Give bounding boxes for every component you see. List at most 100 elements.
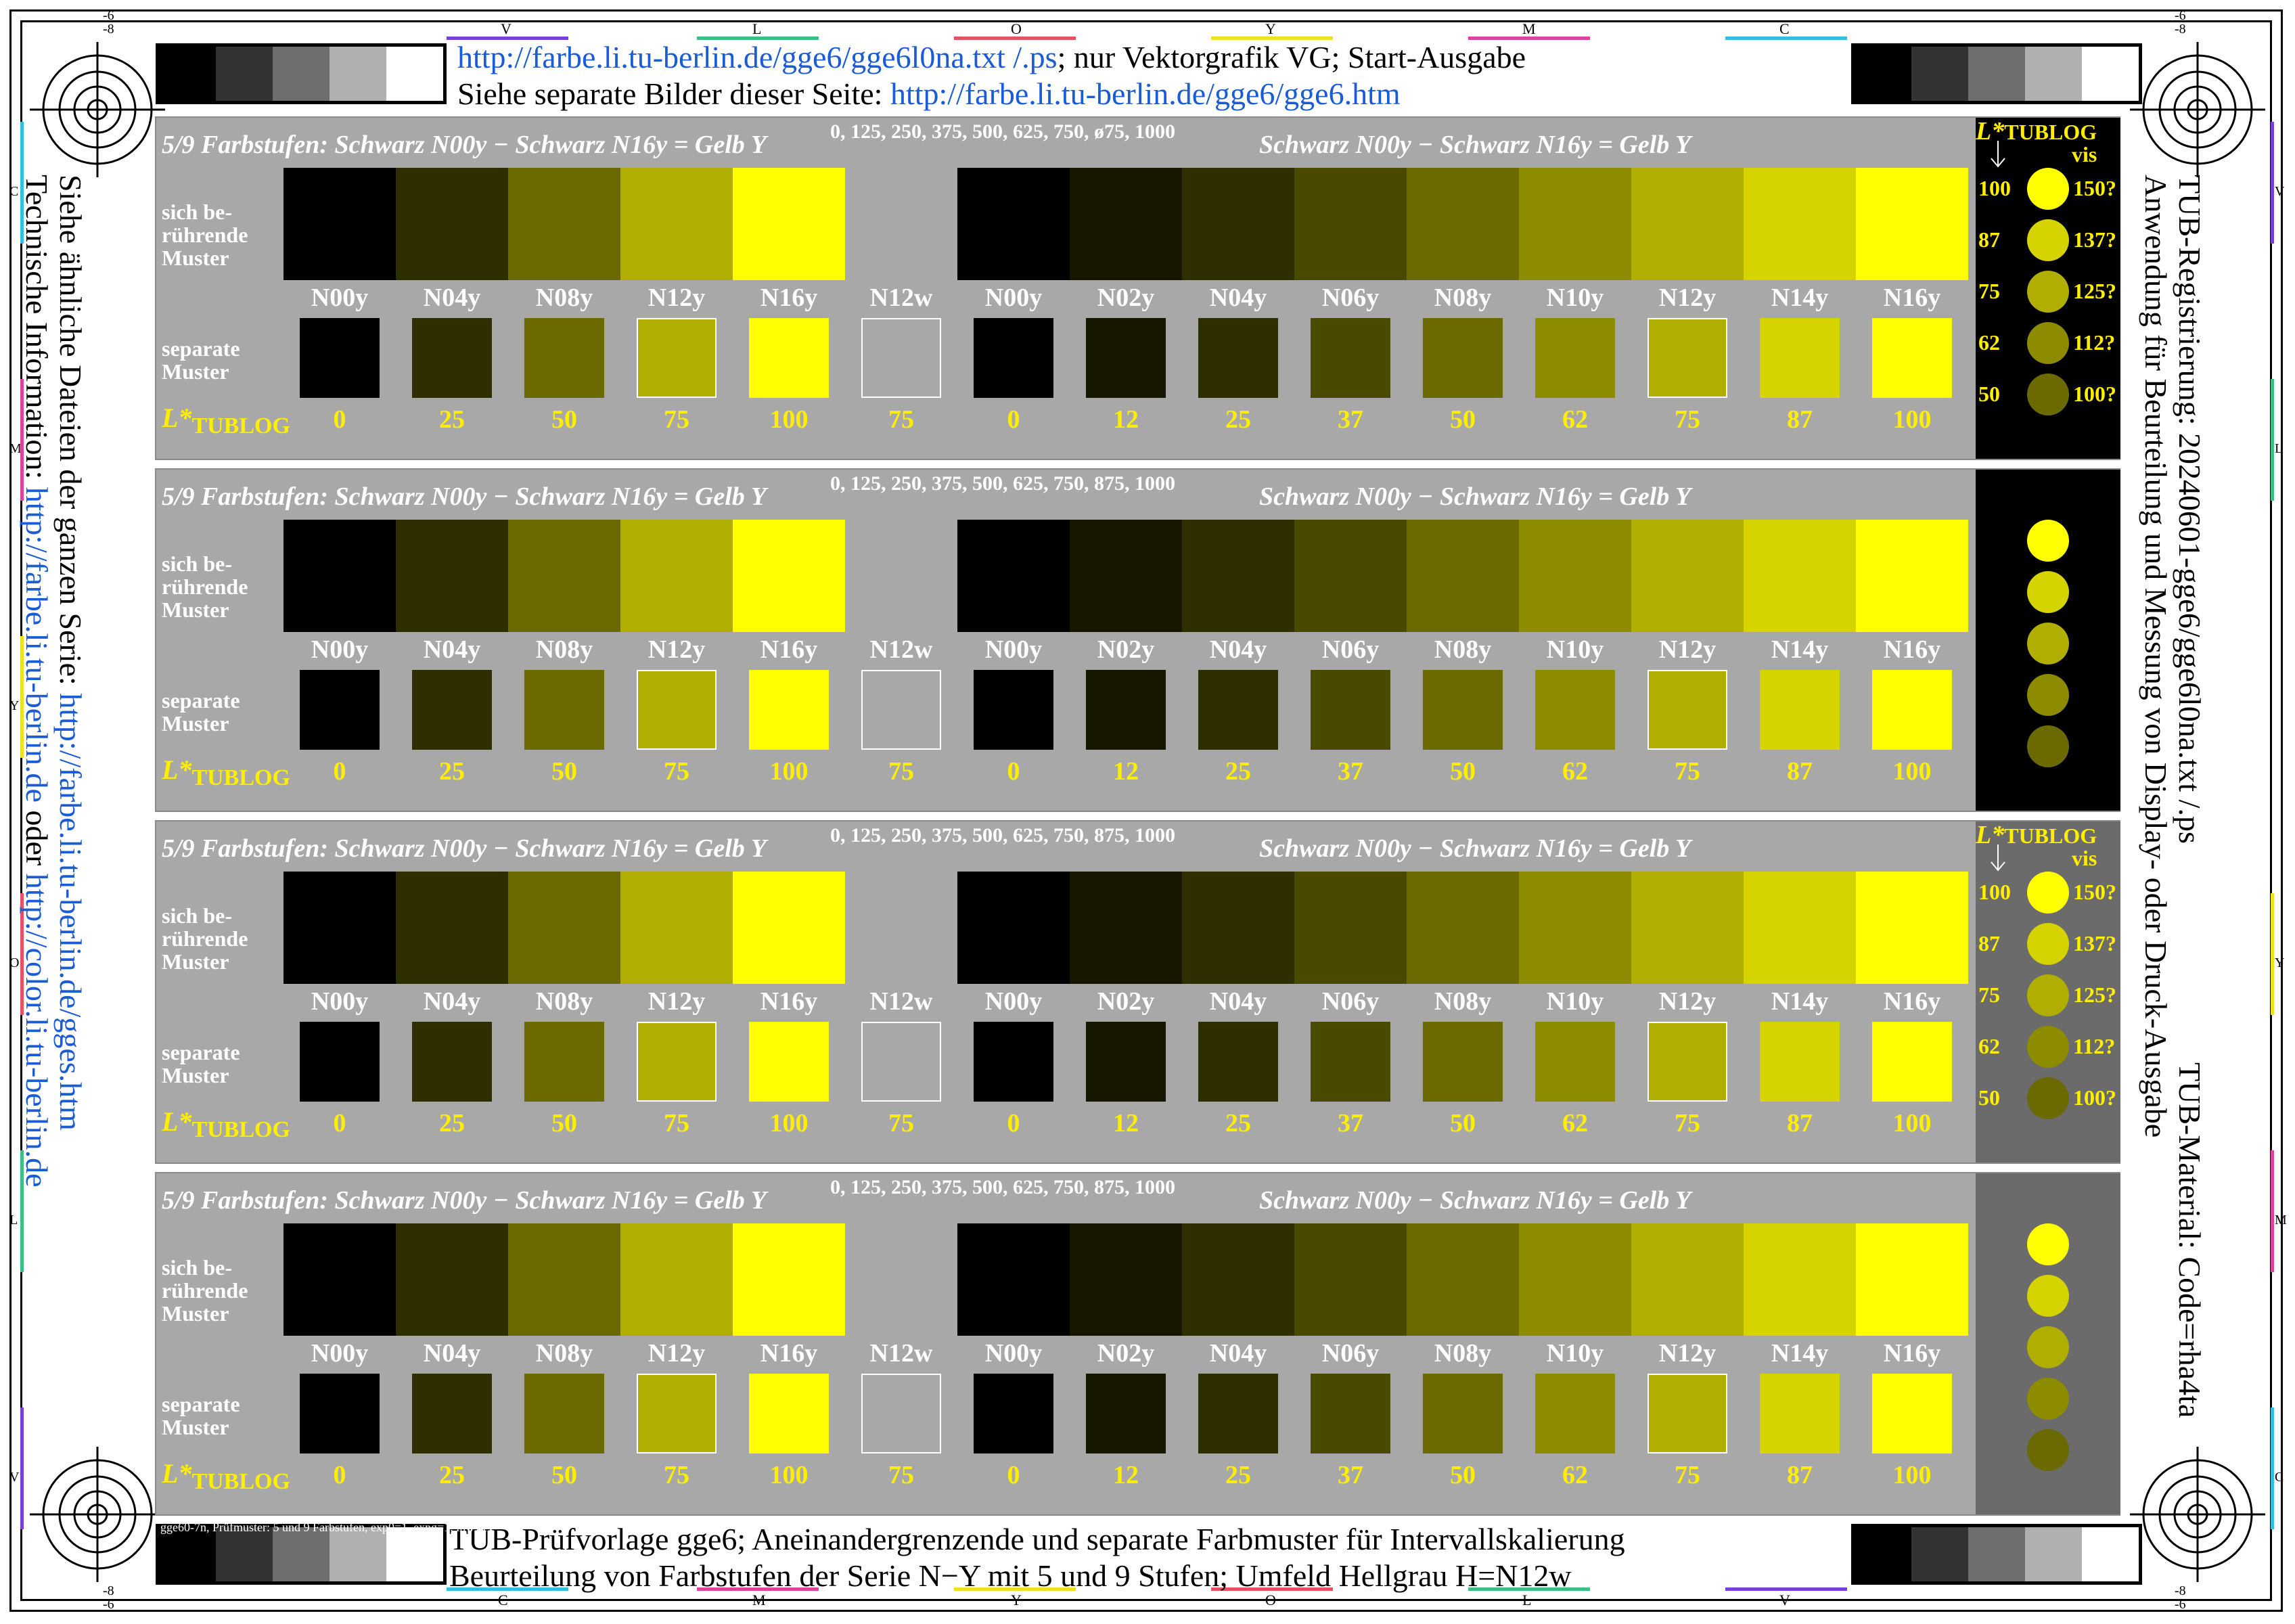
lightness-value: 50 [1450,757,1476,786]
separate-label-line: separate [162,1040,240,1064]
ltublog-label: L*TUBLOG [162,402,290,439]
separate-swatch-cell [396,670,508,751]
swatch-name: N00y [311,284,369,312]
separate-swatch-cell [1856,1374,1968,1455]
swatch-name-row: N00y N04y N08y N12y N16y N12w N00y N02y N04y N06y… [283,1338,1968,1368]
touching-swatch [1856,1223,1968,1336]
lightness-value: 75 [888,757,914,786]
separate-swatch [861,670,941,750]
left-side-link-color[interactable]: http://color.li.tu-berlin.de [20,874,54,1188]
separate-swatch [1086,1022,1166,1102]
left-side-line-1: Siehe ähnliche Dateien der ganzen Serie:… [53,175,88,1131]
lightness-value: 37 [1338,1461,1363,1489]
separate-swatch-cell [1519,1022,1631,1103]
lightness-value: 25 [1225,1109,1251,1137]
lightness-value: 37 [1338,405,1363,434]
touching-swatch [1294,520,1407,632]
gray-step [2025,1527,2082,1581]
right-tick-y: Y [2275,955,2285,970]
touching-swatch [733,168,845,280]
bottom-tick-v: V [1779,1592,1790,1608]
separate-swatch-cell [1070,1022,1182,1103]
separate-swatch-cell [396,1022,508,1103]
separate-swatch [749,670,829,750]
swatch-name: N04y [1209,987,1267,1016]
bottom-mark-line [1725,1587,1847,1591]
touching-swatch [733,520,845,632]
separate-label-line: separate [162,336,240,361]
lightness-value: 0 [333,1461,346,1489]
lightness-value-row: 0 25 50 75 100 75 0 12 25 37 50 62 75 87 100 [283,1460,1968,1490]
swatch-name: N08y [1434,284,1492,312]
separate-swatch-cell [1856,670,1968,751]
left-side-link-gges[interactable]: http://farbe.li.tu-berlin.de/gges.htm [53,693,88,1130]
side-circle-box [1976,470,2120,811]
gray-step [1968,1527,2025,1581]
left-side-link-farbe[interactable]: http://farbe.li.tu-berlin.de [20,487,54,803]
swatch-name: N10y [1546,987,1604,1016]
separate-swatch [1760,670,1840,750]
grayscale-strip [1851,43,2142,104]
header-link-htm[interactable]: http://farbe.li.tu-berlin.de/gge6/gge6.h… [890,76,1401,111]
swatch-name: N10y [1546,1339,1604,1368]
touching-label-line: rührende [162,1278,248,1303]
separate-swatch [1535,670,1615,750]
separate-swatch-cell [1631,670,1744,751]
gray-step [216,47,273,101]
separate-swatch-cell [733,318,845,399]
lightness-value: 75 [664,1109,689,1137]
gray-step [1968,47,2025,101]
lightness-circle [2027,725,2069,767]
side-left-value: 100 [1978,176,2011,200]
touching-swatch [1407,1223,1519,1336]
separate-swatch-cell [1294,670,1407,751]
right-side-line-2: Anwendung für Beurteilung und Messung vo… [2139,175,2173,1138]
separate-swatch [1423,670,1503,750]
touching-swatch [1744,168,1856,280]
swatch-name: N12y [1658,284,1717,312]
registration-target-icon [30,1447,165,1582]
touching-swatch [620,168,733,280]
swatch-name: N16y [1883,1339,1941,1368]
separate-swatch-cell [1294,318,1407,399]
swatch-name: N12w [869,635,933,664]
separate-swatch [861,1374,941,1453]
lightness-value: 100 [769,405,809,434]
ltublog-sub: TUBLOG [191,1117,290,1142]
separate-swatch [412,1022,492,1102]
swatch-name: N00y [984,635,1043,664]
header-link-txt[interactable]: http://farbe.li.tu-berlin.de/gge6/gge6l0… [457,40,1058,74]
separate-swatch [1311,1374,1390,1453]
left-tick-c: C [9,184,19,199]
lightness-circle [2027,623,2069,664]
right-side-line-1: TUB-Registrierung: 20240601-gge6/gge6l0n… [2173,175,2207,844]
separate-swatch-cell [1744,670,1856,751]
swatch-name: N08y [1434,1339,1492,1368]
swatch-name: N14y [1771,1339,1829,1368]
lightness-circle [2027,674,2069,716]
gray-step [2082,47,2139,101]
panel-title-right: Schwarz N00y − Schwarz N16y = Gelb Y [1259,131,1691,159]
swatch-name: N12w [869,1339,933,1368]
lightness-value: 25 [439,405,465,434]
header-line-1-text: ; nur Vektorgrafik VG; Start-Ausgabe [1057,40,1526,74]
side-left-value: 100 [1978,880,2011,904]
lightness-value: 25 [439,1461,465,1489]
separate-swatch [412,670,492,750]
separate-label: separate Muster [162,337,240,383]
touching-swatch [957,520,1070,632]
touching-swatch [1856,520,1968,632]
swatch-name: N10y [1546,284,1604,312]
panel-code-label: gge60-7n, Prüfmuster: 5 und 9 Farbstufen… [160,1520,488,1534]
lightness-value: 12 [1113,405,1139,434]
lightness-value: 75 [888,1461,914,1489]
ltublog-label: L*TUBLOG [162,754,290,791]
separate-swatch [749,1374,829,1453]
swatch-name: N12y [1658,635,1717,664]
separate-swatch-cell [508,318,620,399]
touching-label-line: sich be- [162,903,232,928]
touching-swatch [1744,520,1856,632]
swatch-name: N04y [1209,1339,1267,1368]
gray-step [2082,1527,2139,1581]
gray-step [273,47,330,101]
